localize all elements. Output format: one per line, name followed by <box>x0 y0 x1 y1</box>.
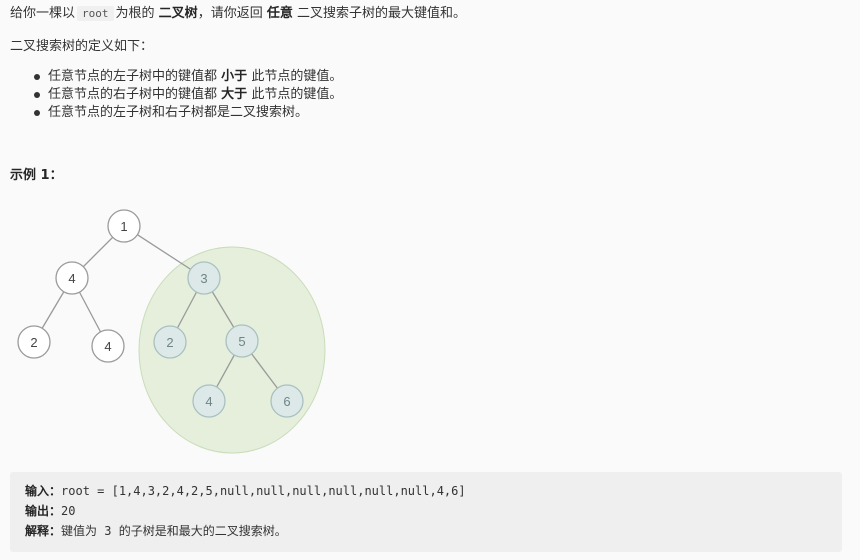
svg-text:4: 4 <box>104 339 111 354</box>
tree-node: 2 <box>17 325 51 359</box>
svg-text:2: 2 <box>166 335 173 350</box>
input-label: 输入： <box>25 484 62 498</box>
tree-node: 3 <box>187 261 221 295</box>
tree-node: 5 <box>225 324 259 358</box>
example-io-block: 输入：root = [1,4,3,2,4,2,5,null,null,null,… <box>10 472 842 552</box>
tree-node: 6 <box>270 384 304 418</box>
svg-text:1: 1 <box>120 219 127 234</box>
svg-text:3: 3 <box>200 271 207 286</box>
tree-node: 4 <box>91 329 125 363</box>
explanation-text-end: 的子树是和最大的二叉搜索树。 <box>118 524 287 538</box>
explanation-code: 3 <box>104 524 112 538</box>
tree-node: 4 <box>192 384 226 418</box>
output-value: 20 <box>61 504 76 518</box>
explanation-line: 解释：键值为 3 的子树是和最大的二叉搜索树。 <box>25 522 287 540</box>
explanation-label: 解释： <box>25 524 62 538</box>
input-line: 输入：root = [1,4,3,2,4,2,5,null,null,null,… <box>25 482 466 500</box>
tree-node: 1 <box>107 209 141 243</box>
explanation-text: 键值为 <box>61 524 98 538</box>
output-line: 输出：20 <box>25 502 75 520</box>
svg-text:5: 5 <box>238 334 245 349</box>
tree-node: 2 <box>153 325 187 359</box>
tree-node: 4 <box>55 261 89 295</box>
svg-text:6: 6 <box>283 394 290 409</box>
svg-text:4: 4 <box>68 271 75 286</box>
svg-text:4: 4 <box>205 394 212 409</box>
tree-diagram: 1 4 3 2 4 2 5 4 6 <box>17 209 326 454</box>
output-label: 输出： <box>25 504 62 518</box>
input-value: root = [1,4,3,2,4,2,5,null,null,null,nul… <box>61 484 466 498</box>
svg-text:2: 2 <box>30 335 37 350</box>
